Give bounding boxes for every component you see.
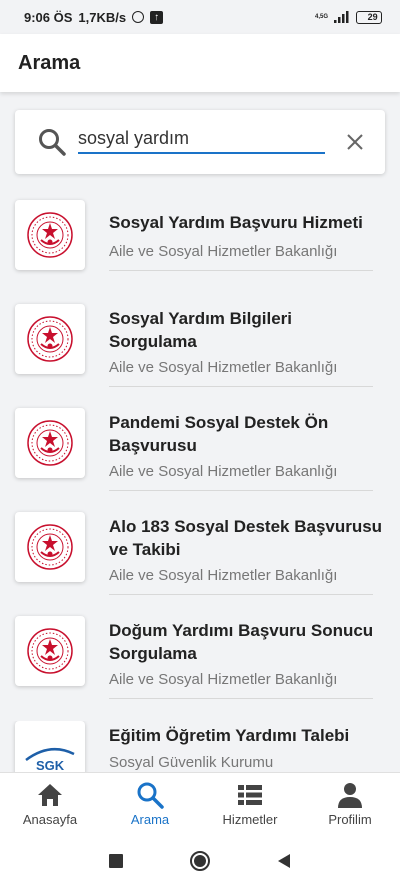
result-subtitle: Aile ve Sosyal Hizmetler Bakanlığı xyxy=(109,359,338,376)
result-title: Doğum Yardımı Başvuru Sonucu Sorgulama xyxy=(109,621,374,663)
back-triangle-icon xyxy=(278,854,290,868)
ministry-logo xyxy=(15,512,85,582)
result-title: Alo 183 Sosyal Destek Başvurusu ve Takib… xyxy=(109,517,383,559)
search-input[interactable] xyxy=(78,124,325,152)
square-icon xyxy=(109,854,123,868)
divider xyxy=(109,386,373,387)
clear-icon[interactable] xyxy=(345,132,365,152)
battery-icon: 29 xyxy=(356,10,382,24)
result-title: Sosyal Yardım Bilgileri Sorgulama xyxy=(109,309,292,351)
ministry-logo xyxy=(15,408,85,478)
nav-search-label: Arama xyxy=(130,811,170,827)
result-item[interactable]: Sosyal Yardım Bilgileri Sorgulama Aile v… xyxy=(0,304,400,408)
result-item[interactable]: Doğum Yardımı Başvuru Sonucu Sorgulama A… xyxy=(0,616,400,720)
nav-services[interactable]: Hizmetler xyxy=(200,773,300,834)
svg-text:SGK: SGK xyxy=(36,758,65,772)
recent-apps-button[interactable] xyxy=(104,849,128,873)
back-button[interactable] xyxy=(272,849,296,873)
upload-icon: ↑ xyxy=(150,10,164,24)
result-item[interactable]: Pandemi Sosyal Destek Ön Başvurusu Aile … xyxy=(0,408,400,512)
circle-icon xyxy=(190,851,210,871)
alarm-icon xyxy=(132,11,145,23)
status-speed: 1,7KB/s xyxy=(78,9,127,25)
nav-search[interactable]: Arama xyxy=(100,773,200,834)
app-header: Arama xyxy=(0,34,400,92)
nav-profile[interactable]: Profilim xyxy=(300,773,400,834)
home-icon xyxy=(38,783,62,806)
divider xyxy=(109,490,373,491)
nav-services-label: Hizmetler xyxy=(222,811,278,827)
bottom-nav: Anasayfa Arama Hizmetler Profilim xyxy=(0,772,400,834)
ministry-logo xyxy=(15,616,85,686)
nav-home-label: Anasayfa xyxy=(22,811,78,827)
result-subtitle: Aile ve Sosyal Hizmetler Bakanlığı xyxy=(109,243,338,260)
result-subtitle: Aile ve Sosyal Hizmetler Bakanlığı xyxy=(109,567,338,584)
result-title: Eğitim Öğretim Yardımı Talebi xyxy=(109,726,350,745)
search-icon xyxy=(137,782,164,809)
result-title: Sosyal Yardım Başvuru Hizmeti xyxy=(109,213,363,232)
list-icon xyxy=(238,784,262,805)
sgk-logo: SGK xyxy=(15,721,85,772)
divider xyxy=(109,594,373,595)
person-icon xyxy=(338,782,362,808)
search-input-wrap xyxy=(78,124,325,154)
result-subtitle: Aile ve Sosyal Hizmetler Bakanlığı xyxy=(109,463,338,480)
result-item[interactable]: Alo 183 Sosyal Destek Başvurusu ve Takib… xyxy=(0,512,400,616)
status-bar: 9:06 ÖS 1,7KB/s ↑ 4,5G 29 xyxy=(0,0,400,34)
divider xyxy=(109,270,373,271)
search-bar xyxy=(15,110,385,174)
system-nav-bar xyxy=(0,834,400,888)
home-button[interactable] xyxy=(188,849,212,873)
divider xyxy=(109,698,373,699)
result-subtitle: Aile ve Sosyal Hizmetler Bakanlığı xyxy=(109,671,338,688)
status-time: 9:06 ÖS xyxy=(24,9,73,25)
page-title: Arama xyxy=(18,51,81,74)
network-type: 4,5G xyxy=(314,13,328,20)
search-icon xyxy=(39,129,66,156)
result-item[interactable]: Sosyal Yardım Başvuru Hizmeti Aile ve So… xyxy=(0,200,400,304)
ministry-logo xyxy=(15,200,85,270)
result-title: Pandemi Sosyal Destek Ön Başvurusu xyxy=(109,413,329,455)
result-item[interactable]: SGK Eğitim Öğretim Yardımı Talebi Sosyal… xyxy=(0,721,400,772)
battery-level: 29 xyxy=(367,12,378,22)
signal-icon xyxy=(334,11,349,23)
nav-home[interactable]: Anasayfa xyxy=(0,773,100,834)
nav-profile-label: Profilim xyxy=(328,811,372,827)
ministry-logo xyxy=(15,304,85,374)
result-subtitle: Sosyal Güvenlik Kurumu xyxy=(109,754,274,771)
